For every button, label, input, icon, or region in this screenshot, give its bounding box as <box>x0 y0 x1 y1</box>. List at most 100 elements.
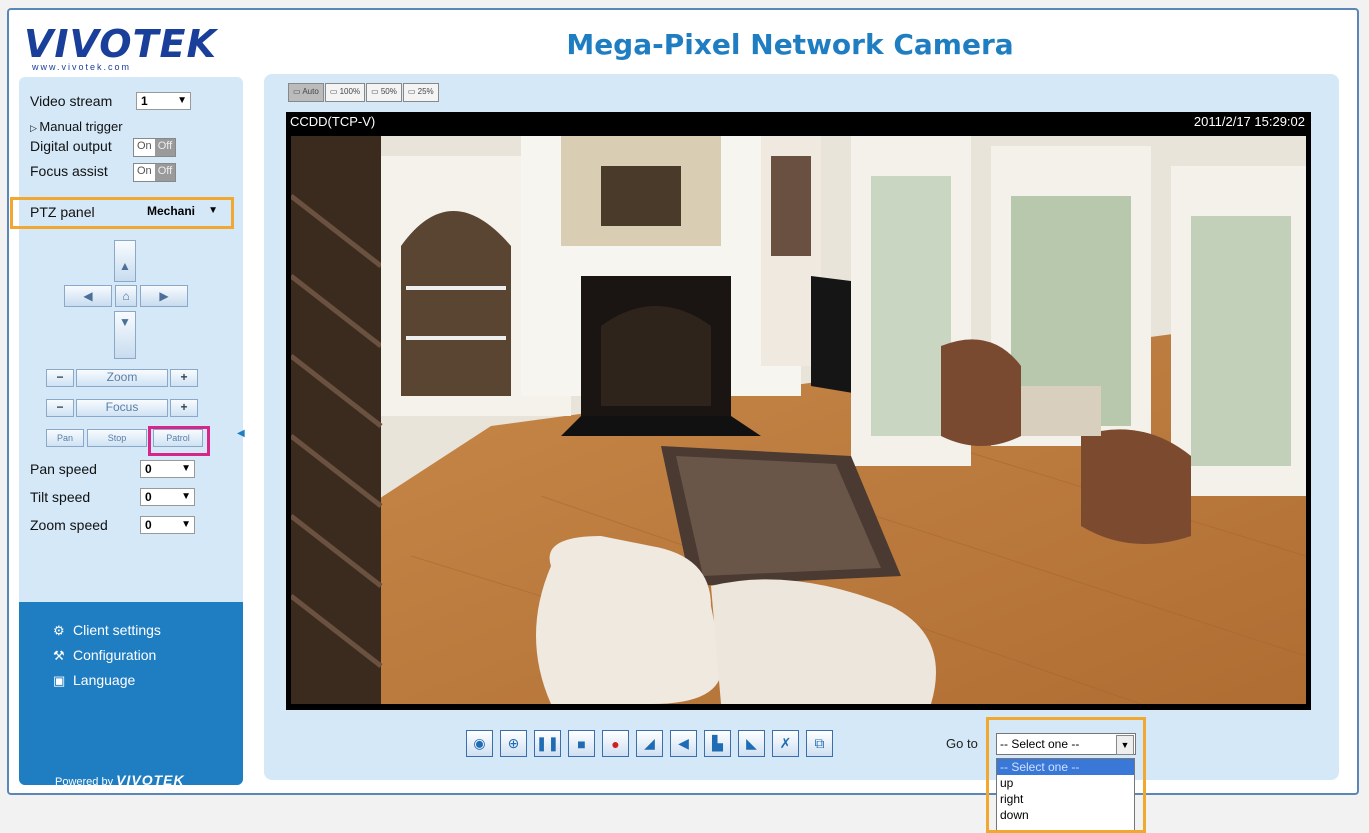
focus-label: Focus <box>76 399 168 417</box>
focus-assist-off[interactable]: Off <box>154 164 176 181</box>
tab-view-100[interactable]: ▭ 100% <box>324 83 366 102</box>
pause-button[interactable]: ❚❚ <box>534 730 561 757</box>
powered-by-label: Powered by <box>55 776 114 785</box>
stop-icon: ■ <box>577 735 586 752</box>
speaker-icon: ◢ <box>644 735 655 751</box>
focus-near-button[interactable]: − <box>46 399 74 417</box>
camera-icon: ◉ <box>473 735 486 751</box>
pan-speed-select[interactable]: 0 ▼ <box>140 460 195 478</box>
digital-zoom-button[interactable]: ⊕ <box>500 730 527 757</box>
fullscreen-icon: ⧉ <box>814 735 825 751</box>
main-panel: ▭ Auto ▭ 100% ▭ 50% ▭ 25% CCDD(TCP-V) 20… <box>264 74 1339 780</box>
home-icon: ⌂ <box>122 289 130 303</box>
menu-item-client-settings[interactable]: ⚙ Client settings <box>53 622 161 638</box>
video-stream-label: Video stream <box>30 93 113 109</box>
powered-brand: VIVOTEK <box>116 772 185 785</box>
mute-button[interactable]: ◀ <box>670 730 697 757</box>
chevron-down-icon: ▼ <box>181 463 191 474</box>
tilt-up-button[interactable]: ▲ <box>114 240 136 282</box>
stop-stream-button[interactable]: ■ <box>568 730 595 757</box>
speech-bubble-icon: ▣ <box>53 673 66 688</box>
snapshot-button[interactable]: ◉ <box>466 730 493 757</box>
wrench-icon: ⚒ <box>53 648 65 663</box>
pause-icon: ❚❚ <box>535 735 560 751</box>
powered-by: Powered by VIVOTEK <box>55 772 185 785</box>
chevron-down-icon: ▼ <box>177 95 187 106</box>
mic-mute-icon: ✗ <box>779 735 792 751</box>
focus-far-button[interactable]: + <box>170 399 198 417</box>
tab-view-auto[interactable]: ▭ Auto <box>288 83 324 102</box>
arrow-right-icon: ▶ <box>159 289 169 303</box>
menu-item-language[interactable]: ▣ Language <box>53 672 136 688</box>
pan-speed-value: 0 <box>145 462 152 476</box>
video-viewer[interactable]: CCDD(TCP-V) 2011/2/17 15:29:02 <box>286 112 1311 710</box>
record-button[interactable]: ● <box>602 730 629 757</box>
menu-item-label: Language <box>73 672 136 688</box>
mic-volume-button[interactable]: ◣ <box>738 730 765 757</box>
pan-left-button[interactable]: ◀ <box>64 285 112 307</box>
focus-assist-toggle[interactable]: On Off <box>133 163 177 182</box>
menu-item-configuration[interactable]: ⚒ Configuration <box>53 647 157 663</box>
viewer-controls: ◉ ⊕ ❚❚ ■ ● ◢ ◀ ▙ ◣ ✗ ⧉ <box>466 730 833 757</box>
patrol-highlight <box>148 426 210 456</box>
stream-timestamp: 2011/2/17 15:29:02 <box>1193 114 1305 129</box>
zoom-speed-value: 0 <box>145 518 152 532</box>
manual-trigger[interactable]: ▷ Manual trigger <box>30 119 123 134</box>
video-stream-select[interactable]: 1 ▼ <box>136 92 191 110</box>
chevron-down-icon: ▼ <box>181 519 191 530</box>
view-size-tabs: ▭ Auto ▭ 100% ▭ 50% ▭ 25% <box>288 83 439 102</box>
arrow-up-icon: ▲ <box>119 259 131 273</box>
manual-trigger-label: Manual trigger <box>39 119 123 134</box>
arrow-down-icon: ▼ <box>119 315 131 329</box>
tilt-down-button[interactable]: ▼ <box>114 311 136 359</box>
collapse-sidebar-icon[interactable]: ◀ <box>237 428 245 439</box>
volume-button[interactable]: ◢ <box>636 730 663 757</box>
talk-button[interactable]: ▙ <box>704 730 731 757</box>
arrow-left-icon: ◀ <box>83 289 93 303</box>
mic-mute-button[interactable]: ✗ <box>772 730 799 757</box>
menu-item-label: Configuration <box>73 647 157 663</box>
camera-live-image <box>291 136 1306 704</box>
mute-icon: ◀ <box>678 735 689 751</box>
stop-button[interactable]: Stop <box>87 429 147 447</box>
tab-label: 25% <box>417 87 434 96</box>
digital-output-off[interactable]: Off <box>154 139 176 156</box>
page-title: Mega-Pixel Network Camera <box>566 28 1014 61</box>
goto-label: Go to <box>946 736 978 751</box>
logo-brand: VIVOTEK <box>24 22 217 66</box>
home-button[interactable]: ⌂ <box>115 285 137 307</box>
zoom-icon: ⊕ <box>507 735 520 751</box>
zoom-label: Zoom <box>76 369 168 387</box>
tilt-speed-label: Tilt speed <box>30 489 91 505</box>
menu-item-label: Client settings <box>73 622 161 638</box>
pan-speed-label: Pan speed <box>30 461 97 477</box>
chevron-down-icon: ▼ <box>181 491 191 502</box>
zoom-speed-select[interactable]: 0 ▼ <box>140 516 195 534</box>
microphone-icon: ▙ <box>712 735 723 751</box>
tab-label: 100% <box>339 87 361 96</box>
pan-button[interactable]: Pan <box>46 429 84 447</box>
digital-output-toggle[interactable]: On Off <box>133 138 177 157</box>
focus-assist-on[interactable]: On <box>134 164 155 181</box>
zoom-speed-label: Zoom speed <box>30 517 108 533</box>
pan-right-button[interactable]: ▶ <box>140 285 188 307</box>
focus-assist-label: Focus assist <box>30 163 108 179</box>
tilt-speed-select[interactable]: 0 ▼ <box>140 488 195 506</box>
logo-url: www.vivotek.com <box>32 62 132 72</box>
stream-caption: CCDD(TCP-V) <box>290 114 376 129</box>
fullscreen-button[interactable]: ⧉ <box>806 730 833 757</box>
goto-highlight <box>986 717 1146 833</box>
tab-view-50[interactable]: ▭ 50% <box>366 83 402 102</box>
digital-output-on[interactable]: On <box>134 139 155 156</box>
sidebar-menu: ⚙ Client settings ⚒ Configuration ▣ Languag… <box>19 602 243 785</box>
tilt-speed-value: 0 <box>145 490 152 504</box>
tab-view-25[interactable]: ▭ 25% <box>402 83 439 102</box>
digital-output-label: Digital output <box>30 138 112 154</box>
vivotek-logo[interactable]: VIVOTEK www.vivotek.com <box>24 22 224 74</box>
tab-label: Auto <box>302 87 319 96</box>
tab-label: 50% <box>380 87 397 96</box>
zoom-in-button[interactable]: + <box>170 369 198 387</box>
zoom-out-button[interactable]: − <box>46 369 74 387</box>
mic-volume-icon: ◣ <box>746 735 757 751</box>
ptz-panel-highlight <box>10 197 234 229</box>
